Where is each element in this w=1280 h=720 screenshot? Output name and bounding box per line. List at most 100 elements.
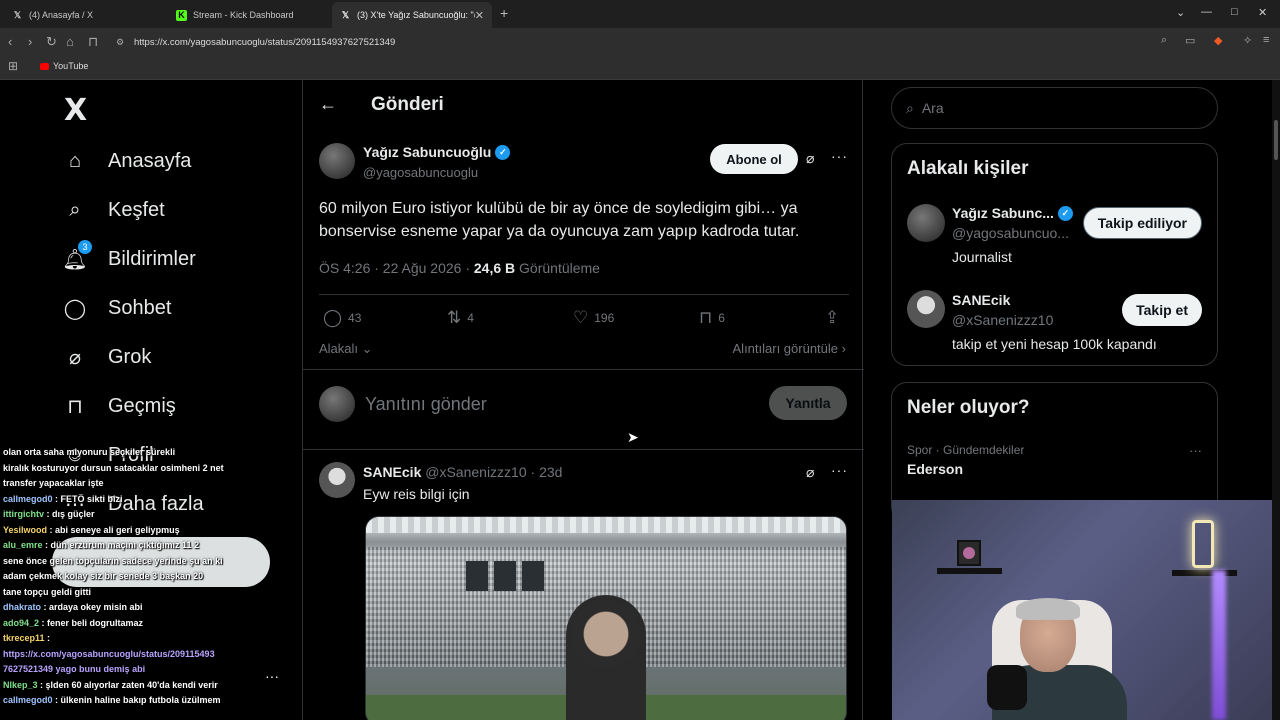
nav-item-home[interactable]: ⌂ Anasayfa — [62, 148, 191, 174]
view-quotes-link[interactable]: Alıntıları görüntüle › — [733, 341, 846, 356]
extensions-icon[interactable]: ✧ — [1243, 34, 1252, 47]
nav-item-chat[interactable]: ◯ Sohbet — [62, 295, 172, 321]
bookmark-action[interactable]: ⊓ 6 — [699, 308, 725, 328]
reply-author[interactable]: SANEcik @xSanenizzz10 · 23d — [363, 464, 562, 480]
following-button[interactable]: Takip ediliyor — [1082, 207, 1202, 239]
divider — [303, 449, 864, 450]
chat-username[interactable]: alu_emre — [3, 540, 43, 550]
tab-list-chevron-icon[interactable]: ⌄ — [1176, 6, 1185, 19]
nav-label: Geçmiş — [108, 394, 176, 417]
shelf — [937, 568, 1002, 574]
chat-username[interactable]: dhakrato — [3, 602, 41, 612]
close-window-button[interactable]: ✕ — [1258, 6, 1267, 19]
chevron-down-icon: ⌄ — [361, 341, 373, 356]
nav-item-bookmarks[interactable]: ⊓ Geçmiş — [62, 393, 176, 419]
repost-count: 4 — [467, 311, 474, 325]
author-handle[interactable]: @yagosabuncuoglu — [363, 165, 478, 180]
follow-button[interactable]: Takip et — [1122, 294, 1202, 326]
reload-icon[interactable]: ↻ — [46, 34, 57, 50]
chat-username[interactable]: Nlkep_3 — [3, 680, 38, 690]
new-tab-button[interactable]: + — [500, 5, 508, 21]
trend-name[interactable]: Ederson — [907, 461, 963, 477]
avatar[interactable] — [319, 462, 355, 498]
bookmark-youtube[interactable]: YouTube — [40, 61, 88, 71]
x-logo[interactable]: X — [64, 93, 87, 128]
like-action[interactable]: ♡ 196 — [573, 308, 614, 328]
chat-message: dhakrato : ardaya okey misin abi — [3, 600, 263, 615]
chat-text: : fener beli dogrultamaz — [39, 617, 144, 628]
brave-shield-icon[interactable]: ◆ — [1214, 34, 1222, 47]
zoom-icon[interactable]: ⌕ — [1161, 34, 1167, 47]
share-action[interactable]: ⇪ — [825, 308, 839, 328]
person-name[interactable]: Yağız Sabunc... ✓ — [952, 205, 1073, 221]
avatar[interactable] — [907, 290, 945, 328]
browser-tab-bar: 𝕏 (4) Anasayfa / X K Stream - Kick Dashb… — [0, 0, 1280, 28]
person-in-photo — [566, 595, 646, 720]
person-handle[interactable]: @yagosabuncuo... — [952, 225, 1069, 241]
avatar[interactable] — [907, 204, 945, 242]
tab-kick[interactable]: K Stream - Kick Dashboard — [168, 2, 328, 28]
bell-icon: 🔔︎ 3 — [62, 240, 92, 272]
view-label: Görüntüleme — [515, 260, 600, 276]
close-tab-icon[interactable]: ✕ — [475, 9, 484, 22]
nav-label: Keşfet — [108, 198, 165, 221]
chat-message: callmegod0 : FETÖ sikti bizi — [3, 492, 263, 507]
reply-media-image[interactable] — [365, 516, 847, 720]
scrollbar[interactable] — [1272, 80, 1280, 720]
chat-text: : — [44, 633, 51, 643]
chat-text: sene önce gelen topçuların sadece yerind… — [3, 555, 223, 566]
address-bar-row: ‹ › ↻ ⌂ ⊓ ⚙ https://x.com/yagosabuncuogl… — [0, 28, 1280, 56]
card-title: Neler oluyor? — [907, 397, 1030, 418]
chat-more-icon[interactable]: ··· — [265, 668, 279, 684]
stadium-roof — [366, 517, 846, 533]
chat-username[interactable]: callmegod0 — [3, 494, 53, 504]
more-options-icon[interactable]: ··· — [831, 462, 848, 478]
nav-item-notifications[interactable]: 🔔︎ 3 Bildirimler — [62, 240, 196, 272]
maximize-button[interactable]: □ — [1231, 6, 1238, 18]
minimize-button[interactable]: — — [1201, 6, 1212, 18]
search-input[interactable]: ⌕ Ara — [891, 87, 1218, 129]
reply-button[interactable]: Yanıtla — [769, 386, 847, 420]
back-arrow-icon[interactable]: ‹ — [8, 34, 12, 49]
person-name[interactable]: SANEcik — [952, 292, 1010, 308]
bookmark-page-icon[interactable]: ⊓ — [88, 34, 98, 50]
url-field[interactable]: https://x.com/yagosabuncuoglu/status/209… — [108, 32, 1198, 52]
grok-icon[interactable]: ⌀ — [806, 464, 814, 481]
scrollbar-thumb[interactable] — [1274, 120, 1278, 160]
subscribe-button[interactable]: Abone ol — [710, 144, 798, 174]
grok-icon[interactable]: ⌀ — [806, 150, 814, 167]
reply-input[interactable]: Yanıtını gönder — [365, 394, 487, 415]
forward-arrow-icon[interactable]: › — [28, 34, 32, 49]
nav-item-explore[interactable]: ⌕ Keşfet — [62, 197, 165, 223]
post-time[interactable]: ÖS 4:26 · 22 Ağu 2026 · — [319, 260, 474, 276]
chat-message: sene önce gelen topçuların sadece yerind… — [3, 554, 263, 569]
cast-icon[interactable]: ▭ — [1185, 34, 1195, 47]
tab-post[interactable]: 𝕏 (3) X'te Yağız Sabuncuoğlu: "@x… ✕ — [332, 2, 492, 28]
sort-dropdown[interactable]: Alakalı ⌄ — [319, 341, 373, 357]
home-browser-icon[interactable]: ⌂ — [66, 34, 74, 49]
trend-more-icon[interactable]: ··· — [1189, 443, 1202, 458]
more-options-icon[interactable]: ··· — [831, 148, 848, 164]
chat-username[interactable]: tkrecep11 — [3, 633, 45, 643]
repost-action[interactable]: ⇅ 4 — [447, 308, 474, 328]
chat-username[interactable]: ado94_2 — [3, 618, 39, 628]
avatar[interactable] — [319, 143, 355, 179]
menu-icon[interactable]: ≡ — [1263, 34, 1269, 46]
chat-username[interactable]: ittirgichtv — [3, 509, 44, 519]
tab-home[interactable]: 𝕏 (4) Anasayfa / X — [4, 2, 164, 28]
back-arrow-icon[interactable]: ← — [319, 94, 337, 115]
reply-action[interactable]: ◯ 43 — [323, 308, 361, 328]
chat-text: olan orta saha miyonuru seçkiler sürekli — [3, 447, 176, 457]
person-handle[interactable]: @xSanenizzz10 — [952, 312, 1053, 328]
nav-item-grok[interactable]: ⌀ Grok — [62, 344, 151, 370]
avatar — [319, 386, 355, 422]
shelf — [1172, 570, 1237, 576]
post-column: ← Gönderi Yağız Sabuncuoğlu ✓ @yagosabun… — [302, 80, 864, 720]
chat-message: ittirgichtv : dış güçler — [3, 507, 263, 522]
post-author[interactable]: Yağız Sabuncuoğlu ✓ — [363, 144, 511, 160]
chat-username[interactable]: Yesilwood — [3, 525, 47, 535]
chat-username[interactable]: callmegod0 — [3, 695, 53, 705]
apps-grid-icon[interactable]: ⊞ — [8, 59, 18, 73]
chat-text: : ülkenin haline bakıp futbola üzülmem — [52, 695, 221, 705]
tab-label: (4) Anasayfa / X — [29, 10, 94, 20]
